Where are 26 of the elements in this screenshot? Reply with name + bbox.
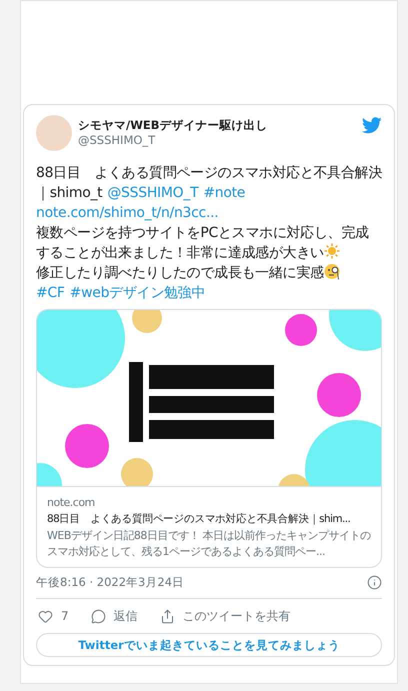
- link-description: WEBデザイン日記88日目です！ 本日は以前作ったキャンプサイトのスマホ対応として、残る1ページであるよくある質問ペー...: [47, 528, 371, 560]
- tweet-text: 修正したり調べたりしたので成長も一緒に実感: [36, 263, 382, 283]
- action-button[interactable]: 7: [36, 607, 71, 626]
- action-button[interactable]: このツイートを共有: [158, 607, 293, 626]
- tweet-link[interactable]: #webデザイン勉強中: [70, 285, 206, 301]
- share-icon: [160, 608, 175, 624]
- tweet-link[interactable]: @SSSHIMO_T: [107, 185, 198, 201]
- tweet-link[interactable]: #CF: [36, 285, 65, 301]
- author-handle[interactable]: @SSSHIMO_T: [78, 133, 268, 148]
- info-icon[interactable]: [367, 575, 382, 590]
- link-title: 88日目 よくある質問ページのスマホ対応と不具合解決｜shim...: [47, 512, 350, 527]
- action-button[interactable]: 返信: [88, 607, 140, 626]
- heart-icon: [38, 608, 53, 624]
- bird-icon[interactable]: [362, 117, 382, 134]
- tweet-link[interactable]: #note: [203, 185, 246, 201]
- timestamp[interactable]: 午後8:16 · 2022年3月24日: [36, 574, 184, 592]
- tweet-link[interactable]: note.com/shimo_t/n/n3cc...: [36, 205, 218, 221]
- monocle-face-icon: [324, 263, 341, 280]
- speech-bubble-icon: [90, 608, 106, 624]
- avatar: [36, 115, 72, 151]
- link-domain: note.com: [47, 495, 96, 511]
- link-card[interactable]: note.com 88日目 よくある質問ページのスマホ対応と不具合解決｜shim... WEBデザイン日記88日目です！ 本日は以前作ったキャンプサイトのスマホ対応として、残る1ページであるよくある質問ペー...: [36, 309, 382, 568]
- cta-button[interactable]: Twitterでいま起きていることを見てみましょう: [36, 633, 382, 658]
- tweet-text: 複数ページを持つサイトをPCとスマホに対応し、完成することが出来ました！非常に達成感が大きい: [36, 224, 370, 263]
- sun-icon: [324, 243, 340, 259]
- author-name[interactable]: シモヤマ/WEBデザイナー駆け出し: [78, 118, 268, 133]
